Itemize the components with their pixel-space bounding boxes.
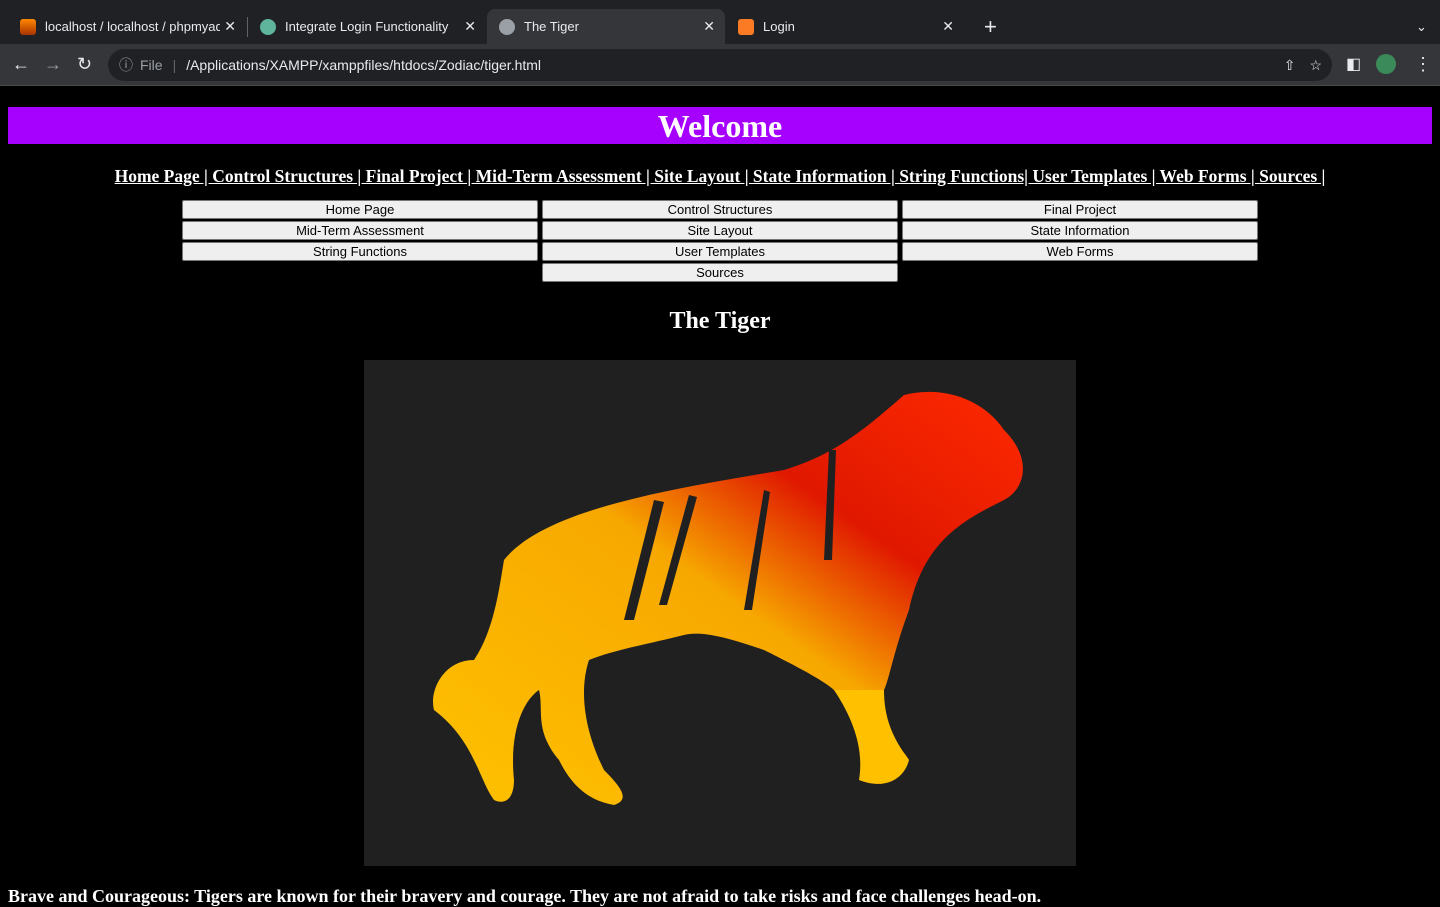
tab-integrate-login[interactable]: Integrate Login Functionality ✕ — [248, 9, 486, 44]
browser-toolbar: ← → ↻ ⓘ File | /Applications/XAMPP/xampp… — [0, 44, 1440, 86]
state-information-button[interactable]: State Information — [902, 221, 1258, 240]
nav-buttons: Home Page Control Structures Final Proje… — [182, 200, 1258, 282]
tab-strip: localhost / localhost / phpmyad ✕ Integra… — [0, 0, 1440, 44]
close-tab-icon[interactable]: ✕ — [464, 18, 476, 35]
trait-paragraph: Brave and Courageous: Tigers are known f… — [8, 886, 1042, 906]
tab-title: localhost / localhost / phpmyad — [45, 19, 220, 34]
profile-avatar[interactable] — [1376, 54, 1396, 74]
welcome-banner: Welcome — [8, 107, 1432, 144]
tab-login[interactable]: Login ✕ — [726, 9, 964, 44]
home-page-button[interactable]: Home Page — [182, 200, 538, 219]
tiger-silhouette — [433, 391, 1023, 805]
mid-term-button[interactable]: Mid-Term Assessment — [182, 221, 538, 240]
close-tab-icon[interactable]: ✕ — [224, 18, 236, 35]
phpmyadmin-icon — [20, 18, 36, 35]
reload-icon[interactable]: ↻ — [77, 54, 92, 75]
tab-phpmyadmin[interactable]: localhost / localhost / phpmyad ✕ — [8, 9, 246, 44]
tab-the-tiger[interactable]: The Tiger ✕ — [487, 9, 725, 44]
chatgpt-icon — [260, 18, 276, 35]
info-icon[interactable]: ⓘ — [119, 55, 133, 75]
menu-kebab-icon[interactable]: ⋮ — [1414, 54, 1432, 75]
forward-icon[interactable]: → — [44, 54, 62, 75]
tab-title: Integrate Login Functionality — [285, 19, 449, 34]
tab-search-chevron-icon[interactable]: ⌄ — [1404, 9, 1439, 44]
control-structures-button[interactable]: Control Structures — [542, 200, 898, 219]
tab-title: The Tiger — [524, 19, 579, 34]
site-layout-button[interactable]: Site Layout — [542, 221, 898, 240]
globe-icon — [499, 18, 515, 35]
file-label: File — [140, 57, 163, 73]
nav-links[interactable]: Home Page | Control Structures | Final P… — [0, 166, 1440, 187]
share-icon[interactable]: ⇧ — [1284, 57, 1296, 74]
string-functions-button[interactable]: String Functions — [182, 242, 538, 261]
close-tab-icon[interactable]: ✕ — [942, 18, 954, 35]
web-forms-button[interactable]: Web Forms — [902, 242, 1258, 261]
xampp-icon — [738, 18, 754, 35]
new-tab-button[interactable]: + — [972, 9, 1009, 44]
close-tab-icon[interactable]: ✕ — [703, 18, 715, 35]
user-templates-button[interactable]: User Templates — [542, 242, 898, 261]
final-project-button[interactable]: Final Project — [902, 200, 1258, 219]
side-panel-icon[interactable]: ◧ — [1346, 54, 1361, 74]
tiger-image — [364, 360, 1076, 866]
url-text[interactable]: /Applications/XAMPP/xamppfiles/htdocs/Zo… — [186, 57, 541, 73]
address-bar[interactable]: ⓘ File | /Applications/XAMPP/xamppfiles/… — [108, 49, 1332, 81]
bookmark-star-icon[interactable]: ☆ — [1309, 57, 1322, 74]
back-icon[interactable]: ← — [12, 54, 30, 75]
tab-title: Login — [763, 19, 795, 34]
page-content: Welcome Home Page | Control Structures |… — [0, 86, 1440, 906]
page-heading: The Tiger — [669, 308, 771, 334]
sources-button[interactable]: Sources — [542, 263, 898, 282]
